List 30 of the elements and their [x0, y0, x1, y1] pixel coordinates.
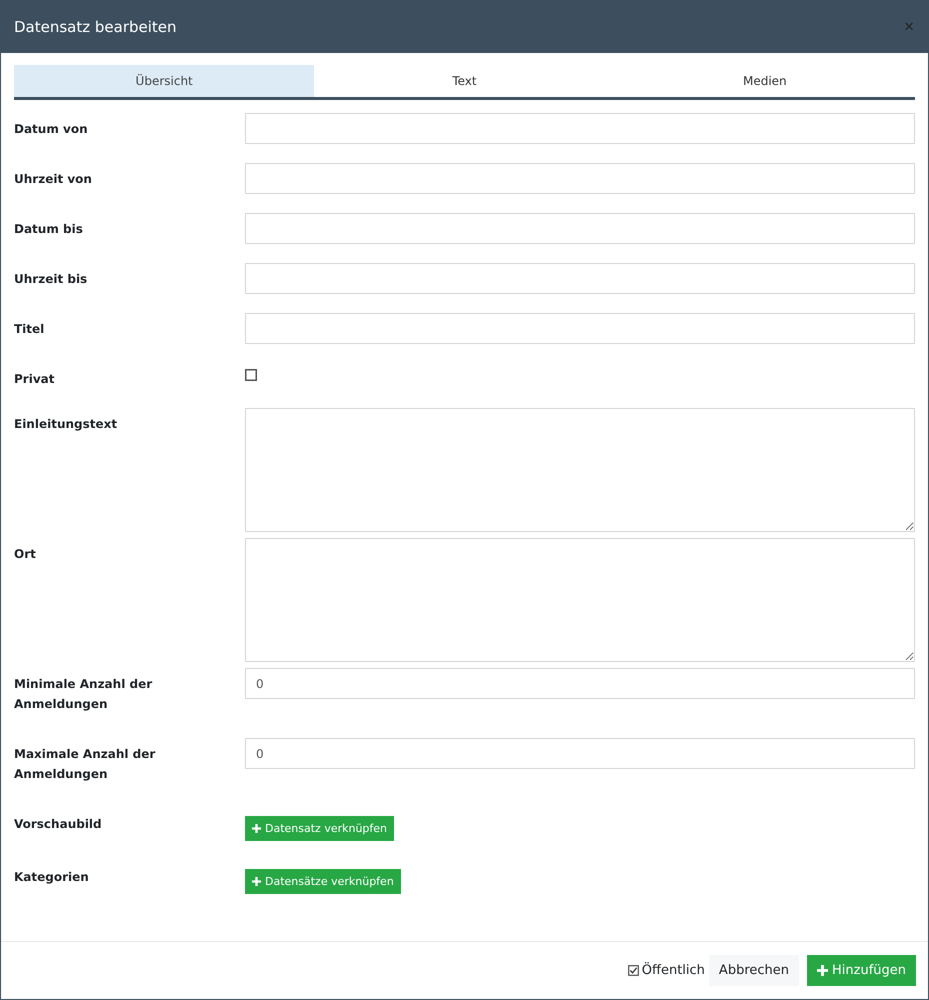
field-label: Uhrzeit von	[14, 171, 93, 188]
input-field[interactable]	[245, 263, 915, 294]
input-field[interactable]: 0	[245, 668, 915, 699]
field-label: Einleitungstext	[14, 416, 118, 433]
text-area[interactable]	[245, 538, 915, 662]
plus-icon	[252, 824, 261, 833]
input-field[interactable]	[245, 313, 915, 344]
input-field[interactable]: 0	[245, 738, 915, 769]
field-label: Maximale Anzahl der Anmeldungen	[14, 746, 156, 783]
input-field[interactable]	[245, 213, 915, 244]
field-label: Vorschaubild	[14, 816, 103, 833]
plus-icon	[817, 965, 828, 976]
checkbox[interactable]	[245, 369, 257, 381]
field-label: Titel	[14, 321, 46, 338]
text-area[interactable]	[245, 408, 915, 532]
dialog-title: Datensatz bearbeiten	[14, 18, 177, 36]
input-field[interactable]	[245, 163, 915, 194]
field-label: Uhrzeit bis	[14, 271, 88, 288]
tab[interactable]: Übersicht	[14, 65, 314, 97]
field-label: Privat	[14, 371, 56, 388]
plus-icon	[252, 877, 261, 886]
field-label: Ort	[14, 546, 37, 563]
input-field[interactable]	[245, 113, 915, 144]
field-label: Minimale Anzahl der Anmeldungen	[14, 676, 154, 713]
checkbox[interactable]	[628, 965, 639, 976]
field-label: Datum bis	[14, 221, 84, 238]
cancel-button[interactable]: Abbrechen	[708, 955, 799, 986]
field-label: Kategorien	[14, 869, 90, 886]
field-label: Datum von	[14, 121, 89, 138]
checkbox-label: Öffentlich	[642, 963, 705, 978]
